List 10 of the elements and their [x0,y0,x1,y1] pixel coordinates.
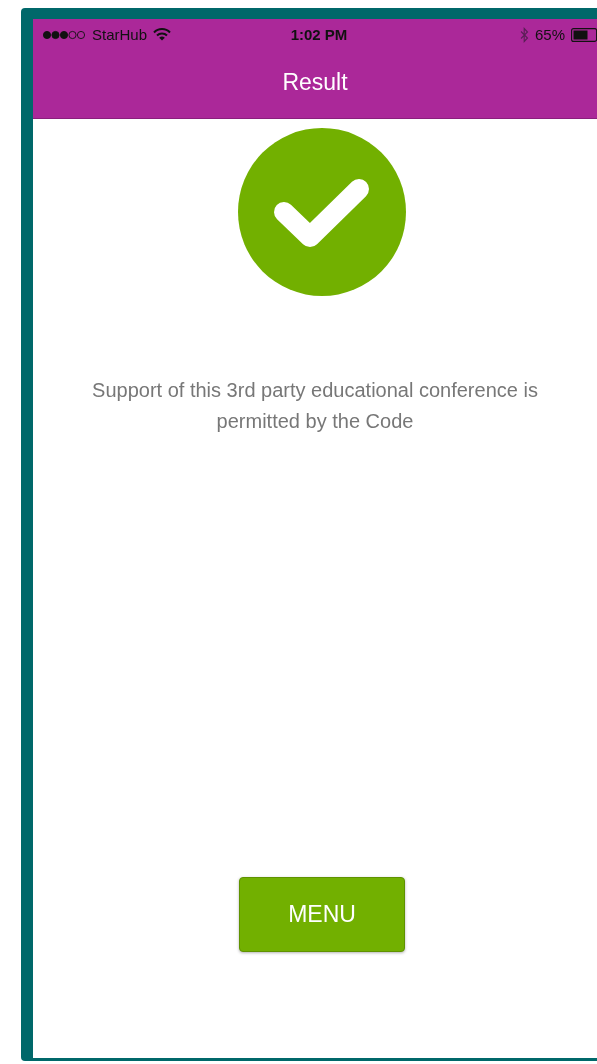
signal-icon [42,29,86,40]
carrier-name: StarHub [92,26,148,43]
battery-icon [571,27,597,42]
wifi-icon [153,28,172,41]
bluetooth-icon [519,26,529,43]
status-time: 1:02 PM [290,26,348,43]
battery-percent: 65% [534,26,565,43]
menu-button[interactable]: MENU [239,877,405,952]
result-message: Support of this 3rd party educational conference is permitted by the Code [91,378,539,434]
screen-title: Result [282,68,348,96]
